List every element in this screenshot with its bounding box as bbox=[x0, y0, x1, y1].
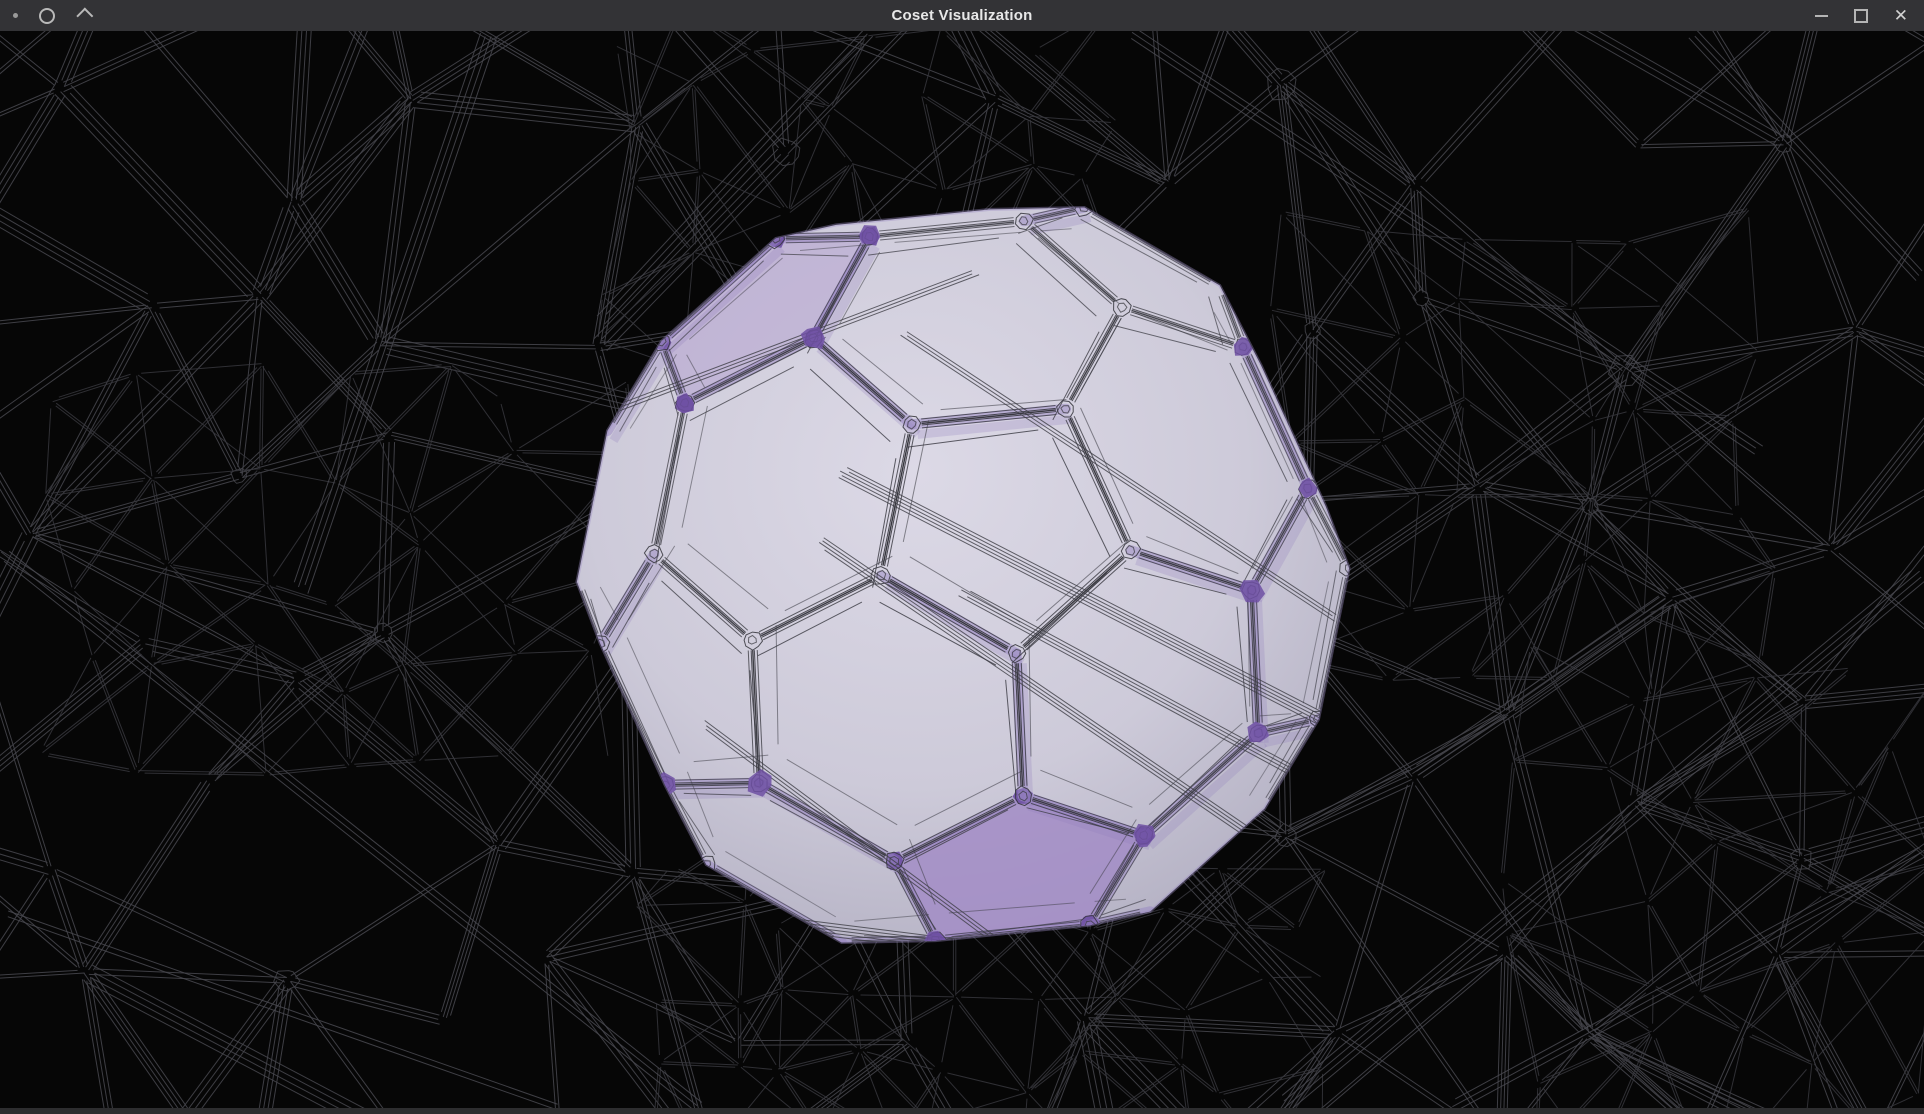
titlebar-left-controls bbox=[0, 8, 233, 24]
viewport-canvas[interactable] bbox=[0, 31, 1924, 1108]
viewport[interactable] bbox=[0, 31, 1924, 1108]
titlebar: Coset Visualization ✕ bbox=[0, 0, 1924, 31]
titlebar-right-controls: ✕ bbox=[1688, 7, 1924, 24]
window-title: Coset Visualization bbox=[0, 7, 1924, 24]
bottom-border bbox=[0, 1108, 1924, 1114]
app-dot-icon bbox=[13, 13, 18, 18]
chevron-up-icon[interactable] bbox=[76, 7, 93, 24]
maximize-icon[interactable] bbox=[1854, 9, 1868, 23]
circle-icon[interactable] bbox=[39, 8, 55, 24]
minimize-icon[interactable] bbox=[1815, 15, 1828, 17]
close-icon[interactable]: ✕ bbox=[1894, 7, 1908, 24]
app-window: Coset Visualization ✕ bbox=[0, 0, 1924, 1114]
